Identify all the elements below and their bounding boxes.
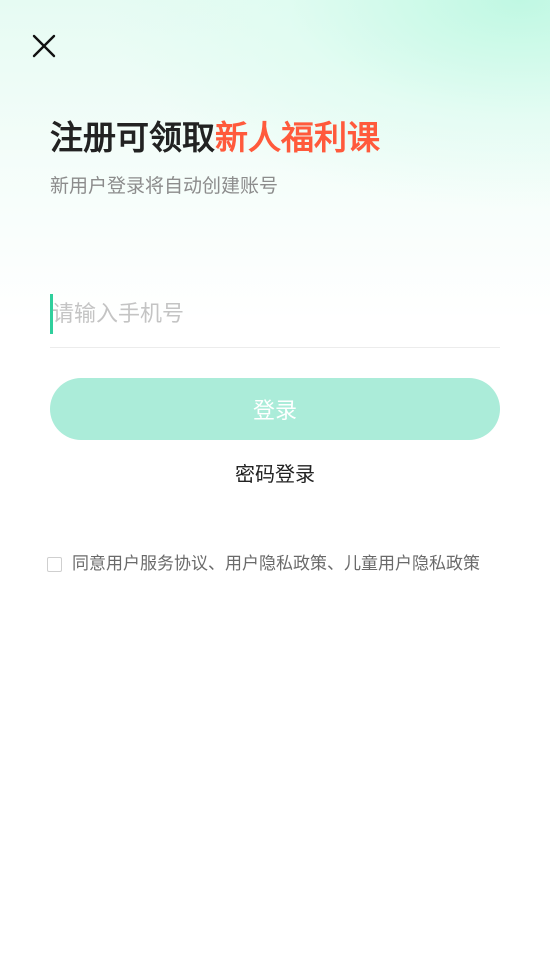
login-button[interactable]: 登录 [50, 378, 500, 440]
page-title: 注册可领取新人福利课 [50, 116, 380, 160]
agreement-prefix: 同意 [72, 554, 106, 574]
page-subtitle: 新用户登录将自动创建账号 [50, 175, 279, 197]
title-highlight: 新人福利课 [215, 118, 380, 157]
close-button[interactable] [28, 30, 60, 62]
agreement-checkbox[interactable] [47, 556, 62, 572]
privacy-policy-link[interactable]: 用户隐私政策 [225, 554, 327, 574]
title-prefix: 注册可领取 [50, 118, 215, 157]
phone-input[interactable] [52, 294, 492, 334]
child-privacy-policy-link[interactable]: 儿童用户隐私政策 [344, 554, 480, 574]
password-login-link[interactable]: 密码登录 [0, 458, 550, 490]
phone-field[interactable] [50, 290, 500, 348]
agreement-text: 同意用户服务协议、用户隐私政策、儿童用户隐私政策 [72, 549, 480, 579]
agreement-row: 同意用户服务协议、用户隐私政策、儿童用户隐私政策 [47, 549, 480, 579]
header-background [0, 0, 550, 320]
user-agreement-link[interactable]: 用户服务协议 [106, 554, 208, 574]
agreement-separator: 、 [208, 554, 225, 574]
close-icon [32, 34, 56, 58]
agreement-separator: 、 [327, 554, 344, 574]
